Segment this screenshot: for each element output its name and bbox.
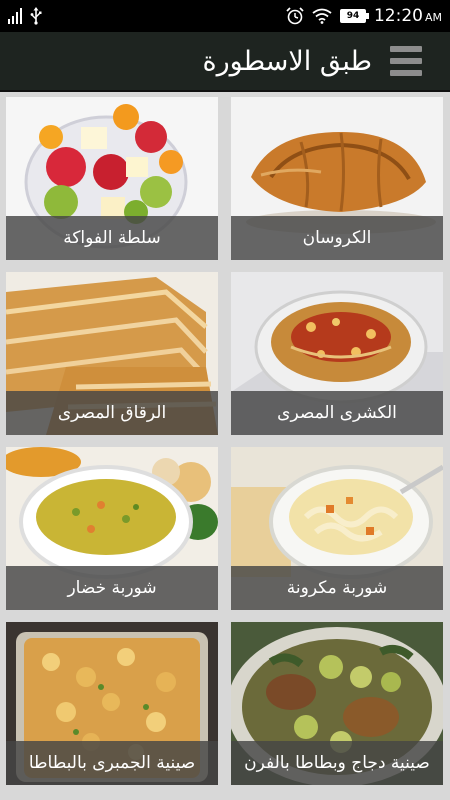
recipe-card-label: شوربة مكرونة	[231, 566, 443, 610]
alarm-clock-icon	[286, 7, 304, 25]
recipe-card-koshari[interactable]: الكشرى المصرى	[231, 272, 443, 435]
recipe-grid: الكروسان سلطة الفواكة الكشرى المصرى الرق…	[0, 92, 450, 800]
app-title: طبق الاسطورة	[202, 45, 372, 77]
recipe-card-shrimp-potato-tray[interactable]: صينية الجمبرى بالبطاطا	[6, 622, 218, 785]
recipe-card-croissant[interactable]: الكروسان	[231, 97, 443, 260]
signal-bars-icon	[8, 8, 22, 24]
clock: 12:20 AM	[374, 6, 442, 26]
usb-icon	[30, 7, 42, 25]
hamburger-menu-icon[interactable]	[390, 46, 422, 76]
app-bar: طبق الاسطورة	[0, 32, 450, 92]
status-bar: 94 12:20 AM	[0, 0, 450, 32]
wifi-icon	[312, 8, 332, 24]
recipe-card-label: الكروسان	[231, 216, 443, 260]
clock-time: 12:20	[373, 6, 423, 26]
recipe-card-label: شوربة خضار	[6, 566, 218, 610]
recipe-card-label: صينية دجاج وبطاطا بالفرن	[231, 741, 443, 785]
recipe-card-roqaq[interactable]: الرقاق المصرى	[6, 272, 218, 435]
recipe-card-vegetable-soup[interactable]: شوربة خضار	[6, 447, 218, 610]
recipe-card-label: الرقاق المصرى	[6, 391, 218, 435]
recipe-card-fruit-salad[interactable]: سلطة الفواكة	[6, 97, 218, 260]
battery-icon: 94	[339, 9, 369, 23]
recipe-card-label: سلطة الفواكة	[6, 216, 218, 260]
recipe-card-noodle-soup[interactable]: شوربة مكرونة	[231, 447, 443, 610]
recipe-card-label: صينية الجمبرى بالبطاطا	[6, 741, 218, 785]
clock-ampm: AM	[424, 11, 442, 24]
recipe-card-label: الكشرى المصرى	[231, 391, 443, 435]
recipe-card-chicken-potato-tray[interactable]: صينية دجاج وبطاطا بالفرن	[231, 622, 443, 785]
